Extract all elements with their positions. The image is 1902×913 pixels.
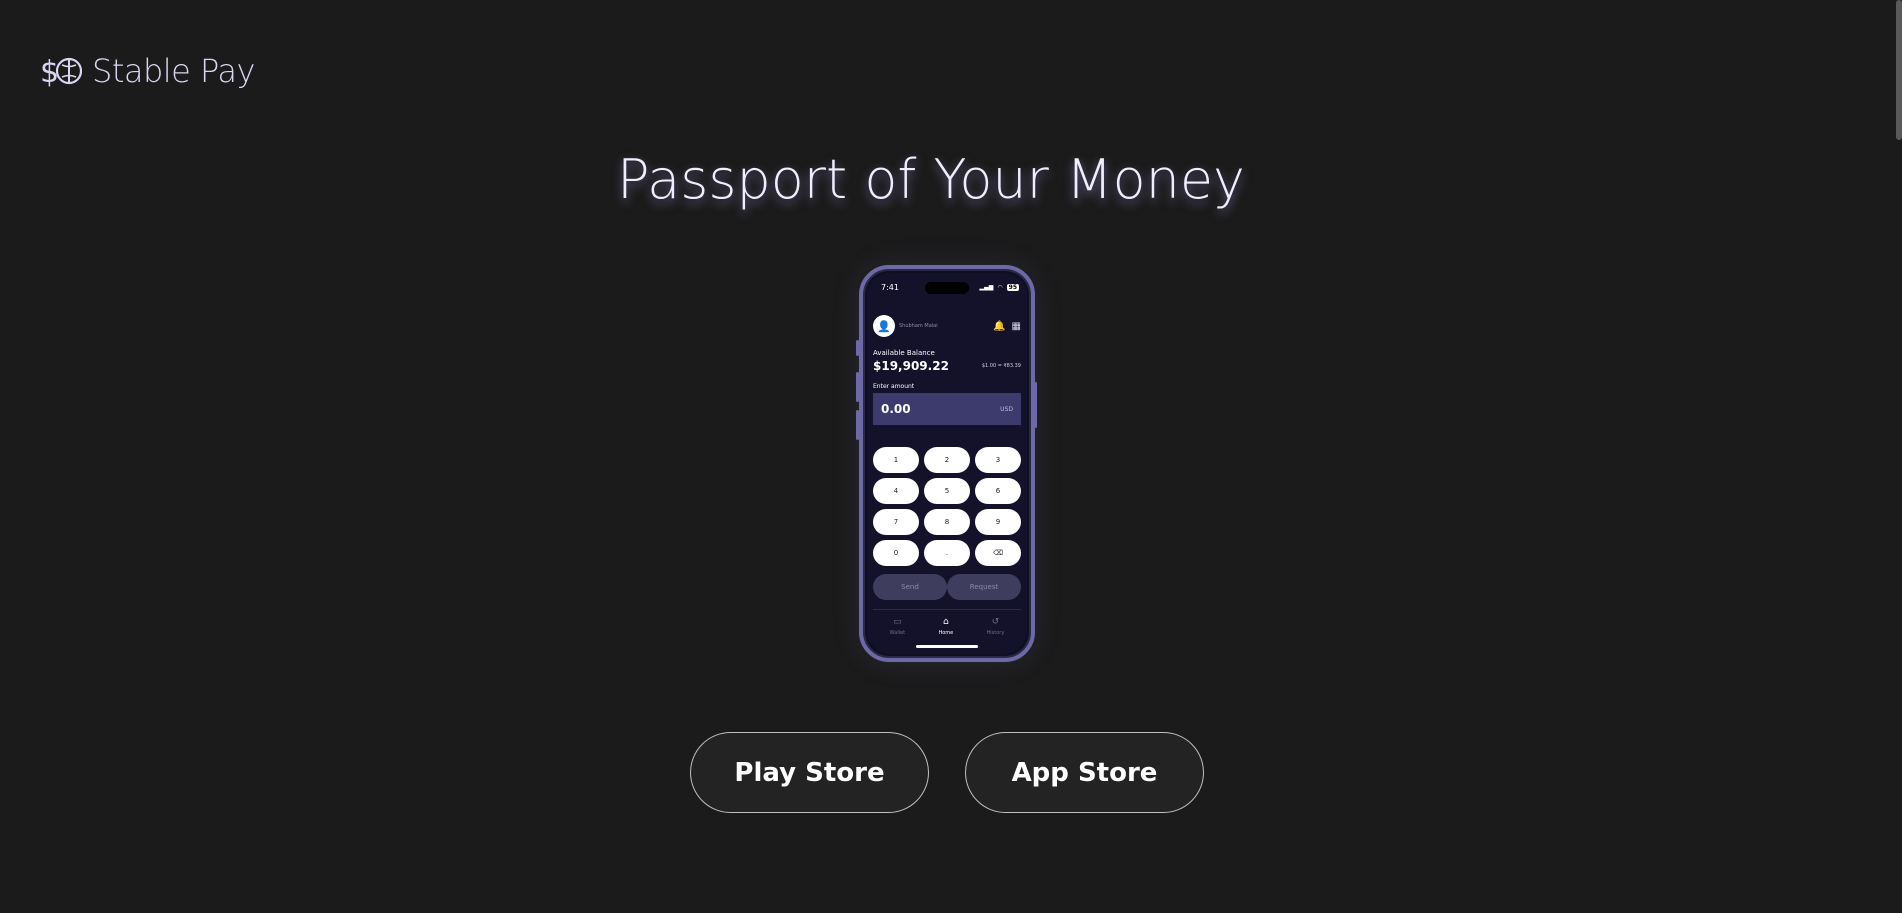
bell-icon[interactable]: 🔔	[993, 321, 1005, 332]
balance-value: $19,909.22	[873, 359, 949, 373]
signal-icon: ▂▄▆	[979, 284, 994, 291]
tabbar-divider	[873, 609, 1021, 610]
header-icons: 🔔 ▦	[993, 321, 1021, 332]
keypad-key-2[interactable]: 2	[924, 447, 970, 473]
tab-bar: ▭ Wallet ⌂ Home ↺ History	[873, 617, 1021, 636]
qr-code-icon[interactable]: ▦	[1012, 321, 1021, 332]
keypad-key-4[interactable]: 4	[873, 478, 919, 504]
battery-icon: 95	[1006, 284, 1019, 291]
user-info: 👤 Shubham Malai	[873, 315, 938, 337]
brand-name: Stable Pay	[92, 52, 255, 90]
exchange-rate: $1.00 = ₹83.39	[981, 363, 1021, 369]
phone-mockup: 7:41 ▂▄▆ ◠ 95 👤 Shubham Malai 🔔 ▦ Availa…	[859, 265, 1035, 662]
landing-page: $ Stable Pay Passport of Your Money 7:41…	[0, 0, 1902, 913]
dollar-globe-icon: $	[40, 55, 82, 90]
home-indicator	[916, 645, 978, 648]
backspace-icon: ⌫	[993, 549, 1003, 557]
tab-history-label: History	[986, 630, 1005, 636]
tab-history[interactable]: ↺ History	[987, 617, 1005, 636]
numeric-keypad: 1 2 3 4 5 6 7 8 9 0 . ⌫	[873, 447, 1021, 566]
phone-screen: 7:41 ▂▄▆ ◠ 95 👤 Shubham Malai 🔔 ▦ Availa…	[867, 273, 1027, 654]
send-button[interactable]: Send	[873, 574, 947, 600]
status-bar: 7:41 ▂▄▆ ◠ 95	[881, 283, 1019, 292]
amount-input[interactable]: 0.00 USD	[873, 393, 1021, 425]
tab-wallet-label: Wallet	[889, 630, 906, 636]
play-store-button[interactable]: Play Store	[690, 732, 929, 813]
action-buttons: Send Request	[873, 574, 1021, 600]
status-icons: ▂▄▆ ◠ 95	[980, 284, 1019, 291]
app-store-button[interactable]: App Store	[965, 732, 1204, 813]
user-row: 👤 Shubham Malai 🔔 ▦	[873, 315, 1021, 337]
history-icon: ↺	[991, 617, 1000, 627]
keypad-key-3[interactable]: 3	[975, 447, 1021, 473]
avatar[interactable]: 👤	[873, 315, 895, 337]
keypad-key-decimal[interactable]: .	[924, 540, 970, 566]
status-time: 7:41	[881, 283, 899, 292]
tab-wallet[interactable]: ▭ Wallet	[890, 617, 906, 636]
keypad-key-9[interactable]: 9	[975, 509, 1021, 535]
keypad-key-8[interactable]: 8	[924, 509, 970, 535]
enter-amount-label: Enter amount	[873, 383, 915, 390]
home-icon: ⌂	[942, 617, 949, 627]
request-button[interactable]: Request	[947, 574, 1021, 600]
keypad-key-7[interactable]: 7	[873, 509, 919, 535]
wallet-icon: ▭	[893, 617, 902, 627]
user-name: Shubham Malai	[899, 323, 938, 329]
tab-home[interactable]: ⌂ Home	[938, 617, 953, 636]
brand-logo[interactable]: $ Stable Pay	[40, 50, 255, 92]
wifi-icon: ◠	[997, 284, 1003, 291]
keypad-key-0[interactable]: 0	[873, 540, 919, 566]
keypad-key-1[interactable]: 1	[873, 447, 919, 473]
page-scrollbar[interactable]	[1896, 0, 1902, 140]
tab-home-label: Home	[938, 630, 954, 636]
balance-label: Available Balance	[873, 349, 935, 357]
keypad-backspace-key[interactable]: ⌫	[975, 540, 1021, 566]
amount-currency: USD	[1000, 405, 1013, 413]
hero-title: Passport of Your Money	[616, 148, 1246, 211]
amount-value: 0.00	[881, 402, 911, 416]
keypad-key-6[interactable]: 6	[975, 478, 1021, 504]
keypad-key-5[interactable]: 5	[924, 478, 970, 504]
